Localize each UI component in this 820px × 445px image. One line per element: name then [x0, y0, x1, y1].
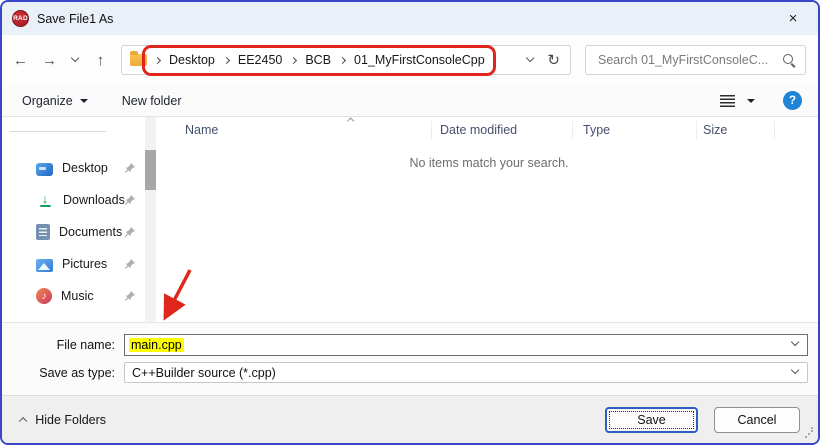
breadcrumb-separator-icon	[339, 56, 347, 64]
sidebar-item-pictures[interactable]: Pictures	[2, 248, 160, 280]
column-header-type[interactable]: Type	[573, 121, 697, 139]
sidebar-item-videos[interactable]: Videos	[2, 312, 160, 322]
title-bar: RAD Save File1 As ×	[2, 2, 818, 35]
rad-studio-icon: RAD	[12, 10, 29, 27]
pin-icon	[124, 194, 136, 205]
content-area: Desktop ↓ Downloads Documents Pictures ♪…	[2, 117, 818, 322]
save-as-type-select[interactable]: C++Builder source (*.cpp)	[124, 362, 808, 383]
music-note-glyph: ♪	[41, 290, 47, 302]
column-header-size[interactable]: Size	[697, 121, 775, 139]
sidebar-divider	[10, 131, 106, 132]
pin-icon	[124, 226, 136, 237]
sidebar-item-label: Music	[61, 289, 94, 303]
folder-icon	[130, 51, 147, 66]
breadcrumb: Desktop EE2450 BCB 01_MyFirstConsoleCpp	[153, 53, 485, 67]
save-button[interactable]: Save	[605, 406, 698, 433]
search-icon	[782, 53, 797, 68]
search-input[interactable]	[596, 52, 782, 68]
file-name-input[interactable]: main.cpp	[124, 334, 808, 356]
breadcrumb-separator-icon	[222, 56, 230, 64]
recent-locations-icon[interactable]	[64, 46, 86, 75]
view-mode-dropdown-icon[interactable]	[747, 98, 755, 103]
hide-folders-button[interactable]: Hide Folders	[18, 412, 107, 427]
pin-icon	[124, 258, 136, 269]
file-fields-panel: File name: main.cpp Save as type: C++Bui…	[2, 322, 818, 395]
sidebar-item-documents[interactable]: Documents	[2, 216, 160, 248]
pin-icon	[124, 290, 136, 301]
hide-folders-label: Hide Folders	[35, 412, 107, 427]
sidebar-item-label: Pictures	[62, 257, 108, 271]
address-dropdown-icon[interactable]	[525, 54, 535, 63]
column-header-name[interactable]: Name	[160, 121, 432, 139]
pin-icon	[124, 162, 136, 173]
sidebar-item-label: Downloads	[63, 193, 125, 207]
save-as-dialog: RAD Save File1 As × ← → ↑ Desktop EE2450…	[0, 0, 820, 445]
chevron-down-icon	[70, 54, 80, 63]
music-icon: ♪	[36, 288, 52, 304]
help-icon[interactable]: ?	[783, 91, 802, 110]
empty-list-message: No items match your search.	[409, 156, 569, 170]
breadcrumb-item-desktop[interactable]: Desktop	[169, 53, 215, 67]
command-toolbar: Organize New folder ?	[2, 85, 818, 117]
pictures-icon	[36, 258, 53, 272]
search-box[interactable]	[585, 45, 806, 75]
breadcrumb-item-current-folder[interactable]: 01_MyFirstConsoleCpp	[354, 53, 485, 67]
down-arrow-glyph: ↓	[41, 190, 49, 206]
sidebar-item-desktop[interactable]: Desktop	[2, 152, 160, 184]
cancel-button[interactable]: Cancel	[714, 406, 800, 433]
column-headers: Name Date modified Type Size	[160, 117, 818, 143]
sidebar-item-label: Documents	[59, 225, 123, 239]
window-title: Save File1 As	[37, 11, 114, 26]
file-name-dropdown-icon[interactable]	[790, 337, 800, 347]
resize-grip[interactable]	[805, 430, 813, 438]
navigation-pane: Desktop ↓ Downloads Documents Pictures ♪…	[2, 117, 160, 322]
refresh-icon[interactable]: ↻	[547, 51, 560, 69]
breadcrumb-separator-icon	[290, 56, 298, 64]
back-icon[interactable]: ←	[6, 46, 35, 75]
address-bar[interactable]: Desktop EE2450 BCB 01_MyFirstConsoleCpp …	[121, 45, 571, 75]
downloads-icon: ↓	[36, 191, 54, 209]
desktop-icon	[36, 162, 53, 176]
organize-label: Organize	[22, 93, 73, 108]
save-as-type-dropdown-icon	[790, 365, 800, 375]
organize-menu[interactable]: Organize	[22, 94, 88, 108]
documents-icon	[36, 224, 50, 240]
view-mode-icon[interactable]	[720, 94, 735, 107]
sidebar-item-label: Desktop	[62, 161, 108, 175]
file-name-value: main.cpp	[129, 338, 184, 352]
breadcrumb-separator-icon	[153, 56, 162, 64]
sidebar-scrollbar[interactable]	[145, 117, 156, 322]
navigation-bar: ← → ↑ Desktop EE2450 BCB 01_MyFirstConso…	[2, 35, 818, 85]
file-name-label: File name:	[56, 338, 115, 352]
forward-icon[interactable]: →	[35, 46, 64, 75]
file-list: Name Date modified Type Size No items ma…	[160, 117, 818, 322]
sidebar-item-downloads[interactable]: ↓ Downloads	[2, 184, 160, 216]
column-header-date-modified[interactable]: Date modified	[432, 121, 573, 139]
new-folder-button[interactable]: New folder	[122, 94, 182, 108]
close-icon[interactable]: ×	[780, 7, 806, 31]
breadcrumb-item-bcb[interactable]: BCB	[305, 53, 331, 67]
breadcrumb-item-ee2450[interactable]: EE2450	[238, 53, 282, 67]
up-icon[interactable]: ↑	[86, 46, 115, 75]
sidebar-item-music[interactable]: ♪ Music	[2, 280, 160, 312]
save-as-type-value: C++Builder source (*.cpp)	[132, 365, 276, 380]
new-folder-label: New folder	[121, 93, 182, 108]
dialog-footer: Hide Folders Save Cancel	[2, 395, 818, 443]
save-as-type-label: Save as type:	[39, 365, 115, 380]
chevron-up-icon	[18, 416, 28, 426]
caret-down-icon	[79, 98, 88, 103]
scrollbar-thumb[interactable]	[145, 150, 156, 190]
